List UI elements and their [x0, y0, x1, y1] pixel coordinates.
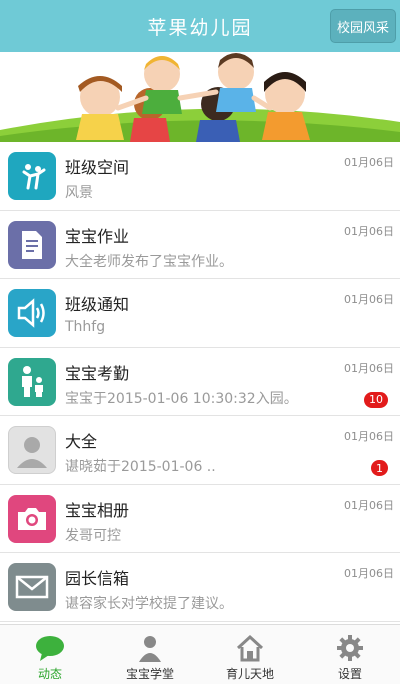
gear-icon	[337, 635, 363, 661]
item-title: 大全	[65, 432, 98, 451]
tab-baby-school[interactable]: 宝宝学堂	[100, 625, 200, 684]
camera-icon	[8, 494, 56, 543]
list-item-album[interactable]: 宝宝相册 发哥可控 01月06日	[0, 484, 400, 553]
app-screen: 苹果幼儿园 校园风采 班级空间 风景 01月06日 宝宝作业 大全老师发布了宝宝…	[0, 0, 400, 684]
kids-banner-image	[0, 52, 400, 142]
person-icon	[139, 636, 161, 662]
page-title: 苹果幼儿园	[147, 16, 253, 39]
feed-list: 班级空间 风景 01月06日 宝宝作业 大全老师发布了宝宝作业。 01月06日 …	[0, 142, 400, 624]
tab-settings[interactable]: 设置	[300, 625, 400, 684]
item-preview: Thhfg	[65, 319, 106, 335]
item-preview: 大全老师发布了宝宝作业。	[65, 253, 233, 270]
item-date: 01月06日	[344, 430, 394, 443]
list-item-principal-mailbox[interactable]: 园长信箱 谌容家长对学校提了建议。 01月06日	[0, 553, 400, 622]
item-date: 01月06日	[344, 224, 394, 238]
item-date: 01月06日	[344, 567, 394, 580]
item-title: 宝宝作业	[65, 226, 130, 246]
list-item-attendance[interactable]: 宝宝考勤 宝宝于2015-01-06 10:30:32入园。 01月06日 10	[0, 347, 400, 416]
tab-label: 设置	[337, 667, 362, 681]
list-item-class-space[interactable]: 班级空间 风景 01月06日	[0, 142, 400, 211]
item-title: 宝宝相册	[65, 500, 130, 520]
unread-badge: 10	[364, 391, 388, 408]
item-preview: 发哥可控	[65, 527, 121, 544]
chat-bubble-icon	[36, 636, 64, 661]
list-item-contact[interactable]: 大全 谌晓茹于2015-01-06 .. 01月06日 1	[0, 416, 400, 485]
list-item-class-notice[interactable]: 班级通知 Thhfg 01月06日	[0, 279, 400, 348]
list-item-homework[interactable]: 宝宝作业 大全老师发布了宝宝作业。 01月06日	[0, 210, 400, 279]
class-space-icon	[8, 152, 56, 200]
home-icon	[236, 634, 264, 662]
tab-label: 动态	[37, 667, 62, 681]
item-title: 班级空间	[65, 158, 130, 177]
tab-label: 宝宝学堂	[125, 667, 174, 681]
attendance-family-icon	[8, 357, 56, 406]
tab-parenting[interactable]: 育儿天地	[200, 625, 300, 684]
item-date: 01月06日	[344, 361, 394, 375]
item-preview: 谌容家长对学校提了建议。	[65, 596, 233, 612]
item-title: 园长信箱	[65, 569, 130, 588]
item-title: 班级通知	[65, 295, 130, 314]
item-date: 01月06日	[344, 293, 394, 306]
item-preview: 宝宝于2015-01-06 10:30:32入园。	[65, 390, 298, 407]
user-avatar-icon	[8, 426, 56, 474]
item-date: 01月06日	[344, 498, 394, 512]
speaker-icon	[8, 289, 56, 337]
unread-badge: 1	[371, 460, 388, 476]
bottom-tab-bar: 动态 宝宝学堂 育儿天地 设置	[0, 624, 400, 684]
campus-showcase-button[interactable]: 校园风采	[330, 9, 396, 43]
item-preview: 谌晓茹于2015-01-06 ..	[65, 459, 216, 475]
top-bar: 苹果幼儿园 校园风采	[0, 0, 400, 52]
homework-document-icon	[8, 220, 56, 269]
mail-icon	[8, 563, 56, 611]
tab-news[interactable]: 动态	[0, 625, 100, 684]
item-preview: 风景	[65, 185, 93, 201]
tab-label: 育儿天地	[225, 667, 274, 681]
item-title: 宝宝考勤	[65, 363, 130, 383]
item-date: 01月06日	[344, 156, 394, 169]
